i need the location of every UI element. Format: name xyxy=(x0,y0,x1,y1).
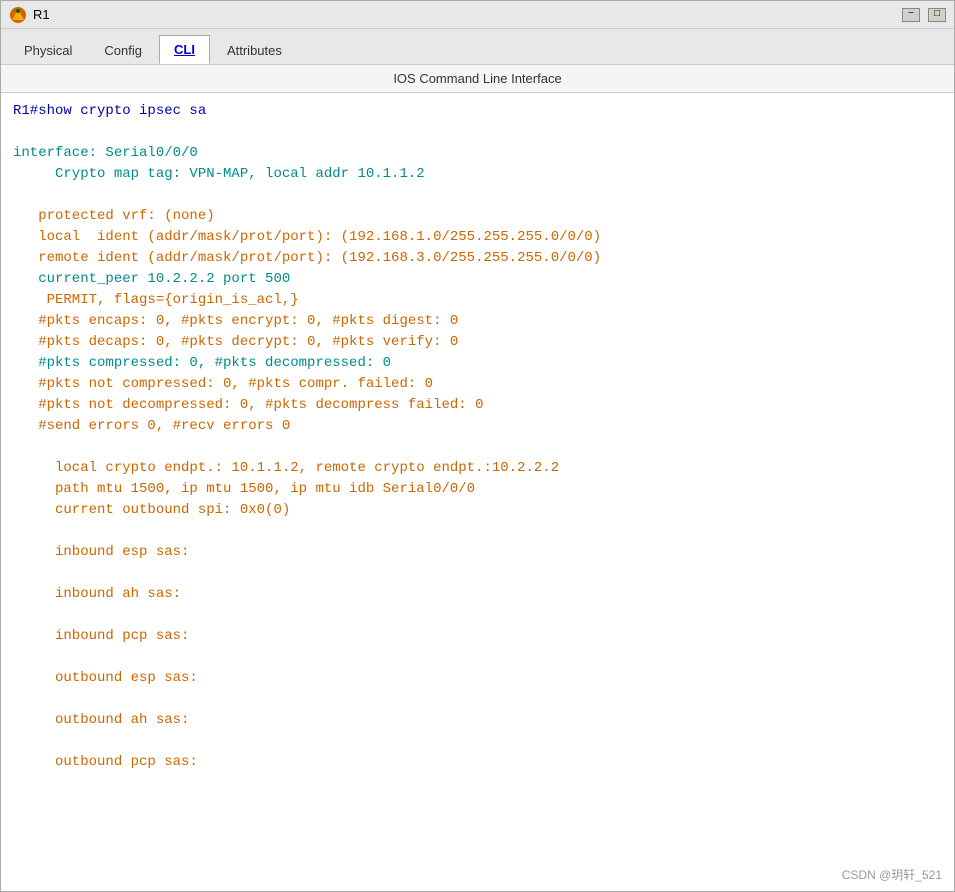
main-window: R1 − □ Physical Config CLI Attributes IO… xyxy=(0,0,955,892)
tab-physical[interactable]: Physical xyxy=(9,36,87,64)
cli-body[interactable]: R1#show crypto ipsec sainterface: Serial… xyxy=(1,93,954,891)
title-bar-left: R1 xyxy=(9,6,50,24)
tab-attributes[interactable]: Attributes xyxy=(212,36,297,64)
tab-config[interactable]: Config xyxy=(89,36,157,64)
watermark: CSDN @玥轩_521 xyxy=(842,866,942,883)
cli-output: R1#show crypto ipsec sainterface: Serial… xyxy=(13,101,942,773)
app-icon xyxy=(9,6,27,24)
cli-header: IOS Command Line Interface xyxy=(1,65,954,93)
title-bar: R1 − □ xyxy=(1,1,954,29)
tab-bar: Physical Config CLI Attributes xyxy=(1,29,954,65)
title-bar-controls: − □ xyxy=(902,8,946,22)
minimize-button[interactable]: − xyxy=(902,8,920,22)
tab-cli[interactable]: CLI xyxy=(159,35,210,64)
maximize-button[interactable]: □ xyxy=(928,8,946,22)
window-title: R1 xyxy=(33,7,50,22)
